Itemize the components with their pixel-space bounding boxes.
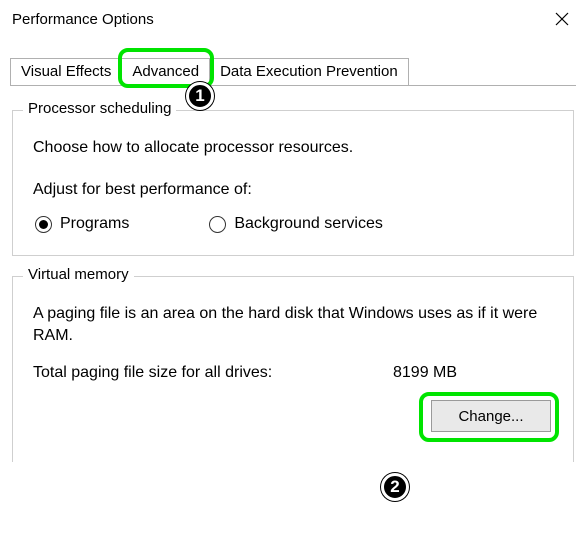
radio-label: Background services [234,215,383,233]
tabstrip: Visual Effects Advanced Data Execution P… [10,56,576,86]
vm-desc: A paging file is an area on the hard dis… [33,303,555,346]
radio-icon [209,216,226,233]
vm-total-label: Total paging file size for all drives: [33,364,393,382]
vm-total-value: 8199 MB [393,364,457,382]
window-title: Performance Options [12,11,154,28]
change-button[interactable]: Change... [431,400,551,432]
radio-programs[interactable]: Programs [35,215,129,233]
group-legend: Virtual memory [23,266,134,283]
group-legend: Processor scheduling [23,100,176,117]
tab-advanced[interactable]: Advanced [121,58,210,86]
annotation-badge-2: 2 [381,473,409,501]
tab-visual-effects[interactable]: Visual Effects [10,58,122,85]
group-processor-scheduling: Processor scheduling Choose how to alloc… [12,110,574,256]
close-icon [555,12,569,26]
tab-dep[interactable]: Data Execution Prevention [209,58,409,85]
group-virtual-memory: Virtual memory A paging file is an area … [12,276,574,462]
radio-icon [35,216,52,233]
radio-label: Programs [60,215,129,233]
radio-background-services[interactable]: Background services [209,215,383,233]
close-button[interactable] [538,0,586,38]
processor-desc: Choose how to allocate processor resourc… [33,139,555,157]
adjust-label: Adjust for best performance of: [33,181,555,199]
